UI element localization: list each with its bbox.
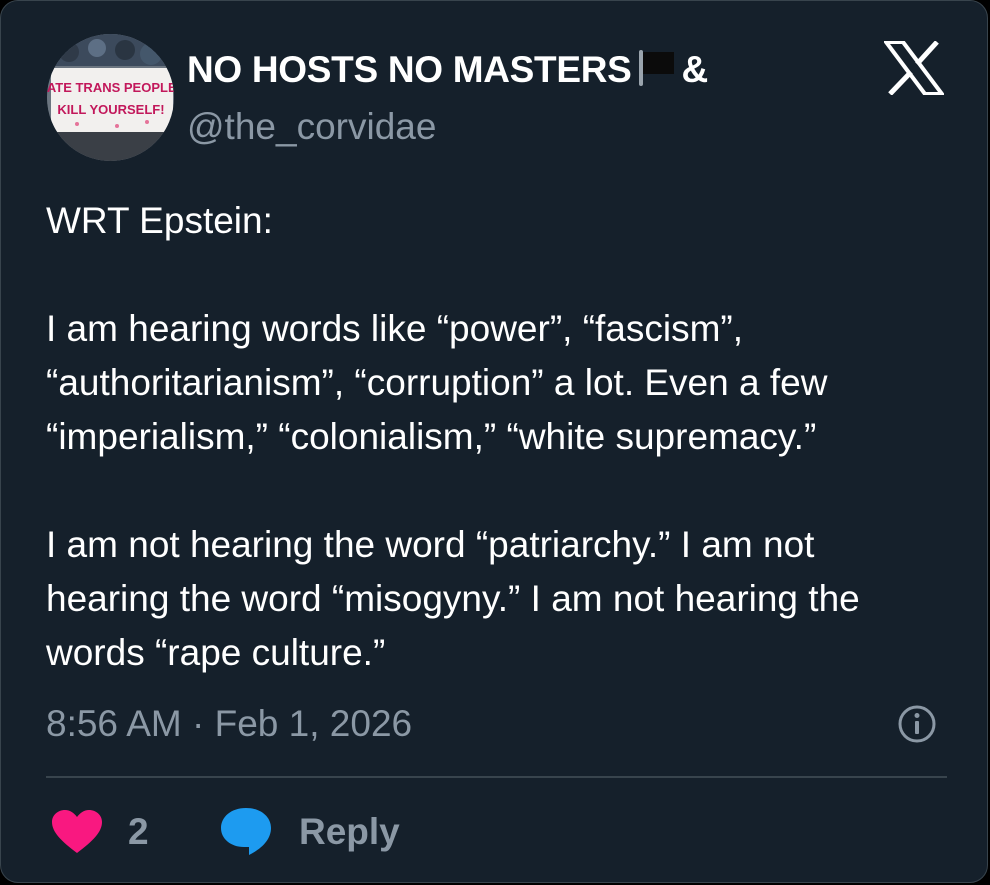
tweet-body: WRT Epstein: I am hearing words like “po… <box>46 194 946 680</box>
x-logo-icon[interactable] <box>884 41 944 95</box>
display-name-suffix: & <box>681 49 709 90</box>
heart-icon[interactable] <box>51 809 103 855</box>
info-icon[interactable] <box>897 704 937 744</box>
display-name[interactable]: NO HOSTS NO MASTERS & <box>187 48 708 92</box>
tweet-paragraph: I am hearing words like “power”, “fascis… <box>46 308 828 457</box>
protest-banner-avatar-image: HATE TRANS PEOPLE? KILL YOURSELF! <box>47 34 174 161</box>
tweet-card: HATE TRANS PEOPLE? KILL YOURSELF! NO HOS… <box>0 0 988 883</box>
black-flag-icon <box>638 50 674 86</box>
avatar-banner-line1: HATE TRANS PEOPLE? <box>47 80 174 95</box>
user-handle[interactable]: @the_corvidae <box>187 105 436 149</box>
tweet-paragraph: WRT Epstein: <box>46 200 273 241</box>
avatar[interactable]: HATE TRANS PEOPLE? KILL YOURSELF! <box>47 34 174 161</box>
like-count[interactable]: 2 <box>128 805 149 859</box>
avatar-banner-line2: KILL YOURSELF! <box>57 102 164 117</box>
display-name-text: NO HOSTS NO MASTERS <box>187 49 632 90</box>
reply-bubble-icon[interactable] <box>219 806 273 856</box>
tweet-paragraph: I am not hearing the word “patriarchy.” … <box>46 524 860 673</box>
tweet-timestamp[interactable]: 8:56 AM · Feb 1, 2026 <box>46 697 412 751</box>
reply-button[interactable]: Reply <box>299 805 400 859</box>
divider <box>46 776 947 778</box>
